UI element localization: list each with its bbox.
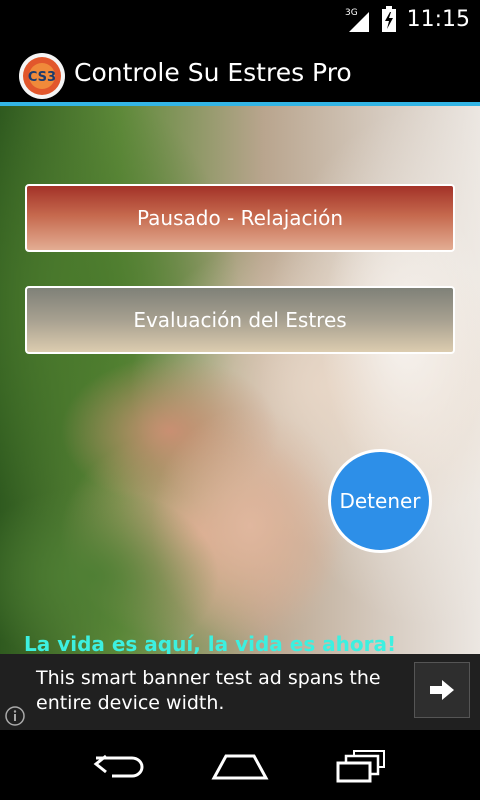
action-bar: CS3 Controle Su Estres Pro (0, 38, 480, 106)
info-icon[interactable] (4, 705, 26, 727)
main-content: Pausado - Relajación Evaluación del Estr… (0, 106, 480, 654)
recents-icon[interactable] (320, 744, 400, 788)
battery-charging-icon (381, 6, 397, 32)
svg-text:3G: 3G (345, 8, 358, 18)
ad-text[interactable]: This smart banner test ad spans the enti… (36, 666, 396, 716)
home-icon[interactable] (200, 744, 280, 788)
app-title: Controle Su Estres Pro (74, 58, 352, 87)
back-icon[interactable] (80, 744, 160, 788)
arrow-right-icon[interactable] (414, 662, 470, 718)
stop-button[interactable]: Detener (328, 449, 432, 553)
signal-3g-icon: 3G (345, 6, 371, 32)
tagline: La vida es aquí, la vida es ahora! (24, 632, 397, 654)
app-logo-icon[interactable]: CS3 (18, 52, 66, 100)
status-icons: 3G 11:15 (345, 4, 470, 34)
svg-text:CS3: CS3 (28, 70, 56, 85)
ad-banner[interactable]: This smart banner test ad spans the enti… (0, 654, 480, 730)
navigation-bar (0, 730, 480, 800)
relax-button[interactable]: Pausado - Relajación (25, 184, 455, 252)
status-clock: 11:15 (406, 6, 470, 32)
stress-evaluation-button[interactable]: Evaluación del Estres (25, 286, 455, 354)
status-bar: 3G 11:15 (0, 0, 480, 38)
